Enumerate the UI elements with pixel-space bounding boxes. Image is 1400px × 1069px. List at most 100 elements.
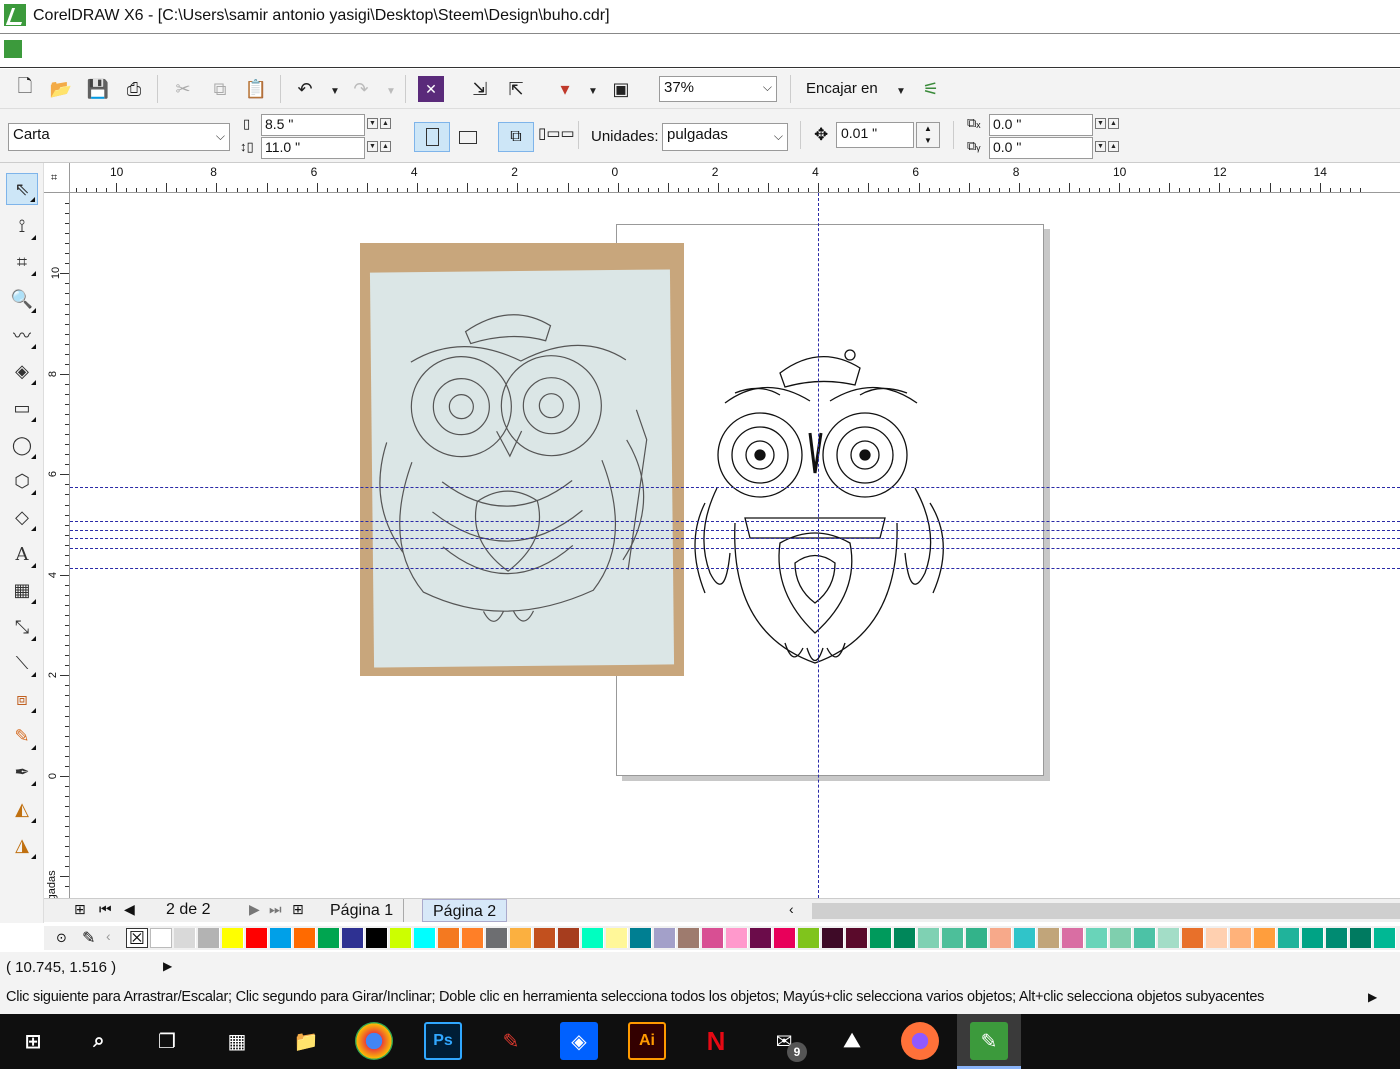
no-color-swatch[interactable]: ☒ — [126, 928, 148, 948]
color-swatch[interactable] — [1230, 928, 1252, 948]
acrobat-icon[interactable]: ✎ — [492, 1022, 530, 1060]
spin-icon[interactable]: ▼ — [1095, 118, 1106, 129]
tab-page-1[interactable]: Página 1 — [320, 899, 405, 922]
color-swatch[interactable] — [798, 928, 820, 948]
spin-icon[interactable]: ▼ — [367, 141, 378, 152]
next-page-icon[interactable]: ▶ — [249, 901, 260, 918]
color-swatch[interactable] — [918, 928, 940, 948]
ruler-origin[interactable]: ⌗ — [44, 163, 70, 193]
color-swatch[interactable] — [1326, 928, 1348, 948]
eyedropper-tool-icon[interactable]: ✎ — [6, 720, 38, 752]
interactive-fill-tool-icon[interactable]: ◮ — [6, 829, 38, 861]
page-width-field[interactable]: 8.5 " — [261, 114, 365, 136]
color-swatch[interactable] — [1014, 928, 1036, 948]
reference-photo[interactable] — [360, 243, 684, 676]
spin-icon[interactable]: ▼ — [367, 118, 378, 129]
search-icon[interactable]: ⌕ — [80, 1022, 118, 1060]
current-page-icon[interactable]: ▯▭▭ — [538, 124, 575, 142]
page-height-field[interactable]: 11.0 " — [261, 137, 365, 159]
vertical-ruler[interactable]: pulgadas 10 8 6 4 2 0 — [44, 193, 70, 915]
duplicate-y-field[interactable]: 0.0 " — [989, 137, 1093, 159]
color-swatch[interactable] — [246, 928, 268, 948]
guideline[interactable] — [70, 487, 1400, 488]
undo-icon[interactable]: ↶ — [292, 76, 318, 102]
guideline[interactable] — [70, 548, 1400, 549]
netflix-icon[interactable]: N — [697, 1022, 735, 1060]
shape-tool-icon[interactable]: ⟟ — [6, 210, 38, 242]
illustrator-icon[interactable]: Ai — [628, 1022, 666, 1060]
color-swatch[interactable] — [1038, 928, 1060, 948]
color-swatch[interactable] — [414, 928, 436, 948]
paste-icon[interactable]: 📋 — [243, 76, 269, 102]
fill-tool-icon[interactable]: ◭ — [6, 793, 38, 825]
color-swatch[interactable] — [1086, 928, 1108, 948]
color-swatch[interactable] — [1278, 928, 1300, 948]
cut-icon[interactable]: ✂ — [170, 76, 196, 102]
print-icon[interactable]: ⎙ — [121, 76, 147, 102]
color-swatch[interactable] — [174, 928, 196, 948]
scroll-palette-left-icon[interactable]: ‹ — [106, 928, 111, 944]
vector-owl-drawing[interactable] — [685, 343, 955, 683]
color-swatch[interactable] — [870, 928, 892, 948]
file-explorer-icon[interactable]: 📁 — [287, 1022, 325, 1060]
first-page-icon[interactable]: ⏮ — [99, 901, 112, 918]
welcome-screen-icon[interactable]: ▣ — [608, 76, 634, 102]
save-icon[interactable]: 💾 — [85, 76, 111, 102]
color-swatch[interactable] — [822, 928, 844, 948]
copy-icon[interactable]: ⧉ — [207, 76, 233, 102]
color-swatch[interactable] — [1206, 928, 1228, 948]
nudge-spinner[interactable]: ▲ ▼ — [916, 122, 940, 148]
coreldraw-task-button[interactable]: ✎ — [957, 1014, 1021, 1069]
guideline[interactable] — [818, 193, 819, 898]
landscape-button[interactable] — [450, 122, 486, 152]
export-icon[interactable]: ⇱ — [503, 76, 529, 102]
pick-tool-icon[interactable]: ⇖ — [6, 173, 38, 205]
application-launcher-icon[interactable]: ▾ — [552, 76, 578, 102]
outline-pen-tool-icon[interactable]: ✒ — [6, 756, 38, 788]
firefox-icon[interactable] — [901, 1022, 939, 1060]
open-folder-icon[interactable]: 📂 — [48, 76, 74, 102]
horizontal-ruler[interactable]: 10 8 6 4 2 0 2 4 6 8 10 12 14 — [70, 163, 1400, 193]
basic-shapes-tool-icon[interactable]: ◇ — [6, 501, 38, 533]
import-icon[interactable]: ⇲ — [467, 76, 493, 102]
windows-start-icon[interactable]: ⊞ — [14, 1022, 52, 1060]
photoshop-icon[interactable]: Ps — [424, 1022, 462, 1060]
add-page-before-icon[interactable]: ⊞ — [74, 901, 86, 918]
color-swatch[interactable] — [582, 928, 604, 948]
calculator-icon[interactable]: ▦ — [218, 1022, 256, 1060]
tab-page-2[interactable]: Página 2 — [422, 899, 508, 922]
color-swatch[interactable] — [606, 928, 628, 948]
document-icon[interactable] — [4, 40, 22, 58]
spin-icon[interactable]: ▼ — [1095, 141, 1106, 152]
page-size-select[interactable]: Carta ⌵ — [8, 123, 230, 151]
color-swatch[interactable] — [1182, 928, 1204, 948]
previous-page-icon[interactable]: ◀ — [124, 901, 135, 918]
zoom-tool-icon[interactable]: 🔍 — [6, 283, 38, 315]
color-swatch[interactable] — [1110, 928, 1132, 948]
palette-menu-icon[interactable]: ⊙ — [56, 930, 67, 946]
text-tool-icon[interactable]: A — [6, 538, 38, 570]
color-swatch[interactable] — [990, 928, 1012, 948]
scroll-left-icon[interactable]: ‹ — [789, 901, 794, 917]
portrait-button[interactable] — [414, 122, 450, 152]
freehand-tool-icon[interactable]: 〰 — [6, 319, 38, 351]
new-document-icon[interactable]: 🗋 — [12, 76, 38, 102]
color-swatch[interactable] — [894, 928, 916, 948]
color-swatch[interactable] — [486, 928, 508, 948]
color-swatch[interactable] — [150, 928, 172, 948]
color-swatch[interactable] — [726, 928, 748, 948]
crop-tool-icon[interactable]: ⌗ — [6, 246, 38, 278]
connector-tool-icon[interactable]: ⟍ — [6, 647, 38, 679]
task-view-icon[interactable]: ❐ — [148, 1022, 186, 1060]
photos-icon[interactable]: ⛰ — [833, 1022, 871, 1060]
color-swatch[interactable] — [438, 928, 460, 948]
color-swatch[interactable] — [558, 928, 580, 948]
color-swatch[interactable] — [654, 928, 676, 948]
chrome-icon[interactable] — [355, 1022, 393, 1060]
color-swatch[interactable] — [366, 928, 388, 948]
color-swatch[interactable] — [342, 928, 364, 948]
options-icon[interactable]: ⚟ — [918, 76, 944, 102]
guideline[interactable] — [70, 530, 1400, 531]
search-content-icon[interactable]: ✕ — [418, 76, 444, 102]
table-tool-icon[interactable]: ▦ — [6, 574, 38, 606]
